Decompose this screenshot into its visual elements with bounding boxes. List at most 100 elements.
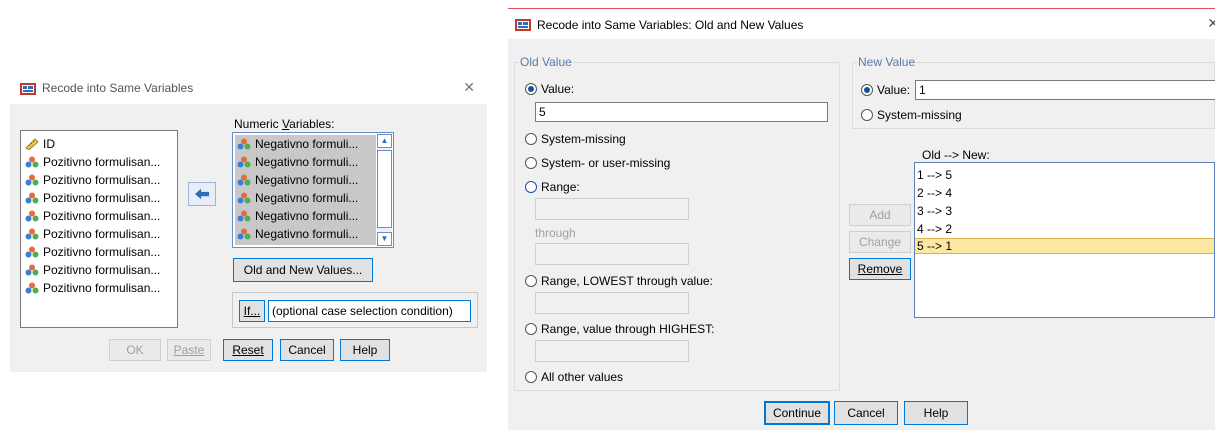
close-icon[interactable]: ✕ — [463, 79, 475, 96]
radio-icon — [525, 323, 537, 335]
if-button[interactable]: If... — [239, 300, 265, 322]
old-value-input[interactable]: 5 — [535, 102, 828, 122]
cancel-button[interactable]: Cancel — [834, 401, 898, 425]
list-item[interactable]: ID — [21, 135, 177, 153]
list-item[interactable]: Pozitivno formulisan... — [21, 207, 177, 225]
range-lowest-input[interactable] — [535, 292, 689, 314]
list-item-label: Pozitivno formulisan... — [43, 227, 161, 241]
nominal-variable-icon — [237, 228, 251, 240]
help-button[interactable]: Help — [340, 339, 390, 361]
through-label: through — [535, 226, 576, 240]
remove-button[interactable]: Remove — [849, 258, 911, 280]
old-system-missing-radio[interactable]: System-missing — [525, 132, 626, 146]
list-item-label: ID — [43, 137, 55, 151]
old-new-mapping-list[interactable]: 1 --> 52 --> 43 --> 34 --> 25 --> 1 — [914, 162, 1215, 318]
radio-icon — [525, 133, 537, 145]
numeric-variables-scrollbar[interactable]: ▲ ▼ — [377, 134, 392, 246]
new-system-missing-radio[interactable]: System-missing — [861, 108, 962, 122]
recode-dialog: Recode into Same Variables ✕ ID Pozitivno… — [10, 72, 487, 372]
nominal-variable-icon — [25, 228, 39, 240]
cancel-button[interactable]: Cancel — [280, 339, 334, 361]
old-new-values-titlebar: Recode into Same Variables: Old and New … — [508, 9, 1215, 39]
spss-app-icon — [20, 83, 36, 95]
ruler-icon — [25, 138, 39, 150]
numeric-variables-list[interactable]: Negativno formuli... Negativno formuli...… — [232, 132, 394, 248]
list-item[interactable]: Pozitivno formulisan... — [21, 243, 177, 261]
nominal-variable-icon — [25, 246, 39, 258]
list-item-label: Negativno formuli... — [255, 155, 359, 169]
list-item[interactable]: Negativno formuli... — [235, 189, 376, 207]
nominal-variable-icon — [237, 138, 251, 150]
continue-button[interactable]: Continue — [764, 401, 830, 425]
if-condition-field[interactable]: (optional case selection condition) — [268, 300, 471, 322]
source-variable-list[interactable]: ID Pozitivno formulisan... Pozitivno formu… — [20, 130, 178, 328]
list-item[interactable]: Negativno formuli... — [235, 135, 376, 153]
mapping-row[interactable]: 3 --> 3 — [915, 202, 1214, 220]
all-other-values-radio[interactable]: All other values — [525, 370, 623, 384]
list-item[interactable]: Pozitivno formulisan... — [21, 171, 177, 189]
list-item-label: Pozitivno formulisan... — [43, 173, 161, 187]
new-value-radio[interactable]: Value: — [861, 83, 910, 97]
close-icon[interactable]: ✕ — [1207, 15, 1215, 32]
old-value-legend: Old Value — [519, 55, 573, 69]
old-and-new-values-button[interactable]: Old and New Values... — [233, 258, 373, 282]
new-value-input[interactable]: 1 — [915, 80, 1215, 100]
arrow-left-icon — [195, 188, 209, 200]
radio-icon — [525, 371, 537, 383]
ok-button[interactable]: OK — [109, 339, 161, 361]
range-lowest-radio[interactable]: Range, LOWEST through value: — [525, 274, 713, 288]
radio-icon — [525, 157, 537, 169]
list-item[interactable]: Pozitivno formulisan... — [21, 261, 177, 279]
nominal-variable-icon — [25, 156, 39, 168]
nominal-variable-icon — [237, 174, 251, 186]
scroll-down-arrow-icon[interactable]: ▼ — [377, 232, 392, 246]
numeric-variables-label: Numeric Variables: — [234, 117, 335, 131]
list-item[interactable]: Pozitivno formulisan... — [21, 279, 177, 297]
old-system-or-user-missing-radio[interactable]: System- or user-missing — [525, 156, 670, 170]
paste-button[interactable]: Paste — [167, 339, 211, 361]
scrollbar-thumb[interactable] — [377, 150, 392, 228]
mapping-row[interactable]: 4 --> 2 — [915, 220, 1214, 238]
nominal-variable-icon — [237, 210, 251, 222]
radio-icon — [861, 109, 873, 121]
nominal-variable-icon — [237, 156, 251, 168]
range-to-input[interactable] — [535, 243, 689, 265]
reset-button[interactable]: Reset — [223, 339, 273, 361]
list-item[interactable]: Pozitivno formulisan... — [21, 189, 177, 207]
old-new-values-title: Recode into Same Variables: Old and New … — [537, 18, 804, 32]
old-value-radio[interactable]: Value: — [525, 82, 574, 96]
list-item[interactable]: Pozitivno formulisan... — [21, 225, 177, 243]
help-button[interactable]: Help — [904, 401, 968, 425]
list-item[interactable]: Negativno formuli... — [235, 153, 376, 171]
mapping-row[interactable]: 1 --> 5 — [915, 166, 1214, 184]
old-range-radio[interactable]: Range: — [525, 180, 580, 194]
scroll-up-arrow-icon[interactable]: ▲ — [377, 134, 392, 148]
mapping-row[interactable]: 2 --> 4 — [915, 184, 1214, 202]
range-highest-radio[interactable]: Range, value through HIGHEST: — [525, 322, 714, 336]
old-value-group: Old Value Value: 5 System-missing System… — [514, 55, 840, 391]
list-item-label: Negativno formuli... — [255, 227, 359, 241]
list-item-label: Negativno formuli... — [255, 173, 359, 187]
list-item-label: Negativno formuli... — [255, 209, 359, 223]
list-item-label: Negativno formuli... — [255, 191, 359, 205]
add-button[interactable]: Add — [849, 204, 911, 226]
radio-checked-icon — [525, 83, 537, 95]
move-variable-button[interactable] — [188, 182, 216, 206]
list-item[interactable]: Negativno formuli... — [235, 225, 376, 243]
nominal-variable-icon — [25, 210, 39, 222]
list-item[interactable]: Negativno formuli... — [235, 171, 376, 189]
list-item-label: Pozitivno formulisan... — [43, 155, 161, 169]
radio-icon — [525, 181, 537, 193]
old-new-label: Old --> New: — [922, 148, 990, 162]
nominal-variable-icon — [25, 192, 39, 204]
nominal-variable-icon — [237, 192, 251, 204]
range-highest-input[interactable] — [535, 340, 689, 362]
change-button[interactable]: Change — [849, 231, 911, 253]
mapping-row[interactable]: 5 --> 1 — [915, 238, 1214, 254]
nominal-variable-icon — [25, 264, 39, 276]
range-from-input[interactable] — [535, 198, 689, 220]
recode-dialog-title: Recode into Same Variables — [42, 81, 194, 95]
list-item[interactable]: Negativno formuli... — [235, 207, 376, 225]
old-new-values-dialog: Recode into Same Variables: Old and New … — [508, 8, 1215, 430]
list-item[interactable]: Pozitivno formulisan... — [21, 153, 177, 171]
